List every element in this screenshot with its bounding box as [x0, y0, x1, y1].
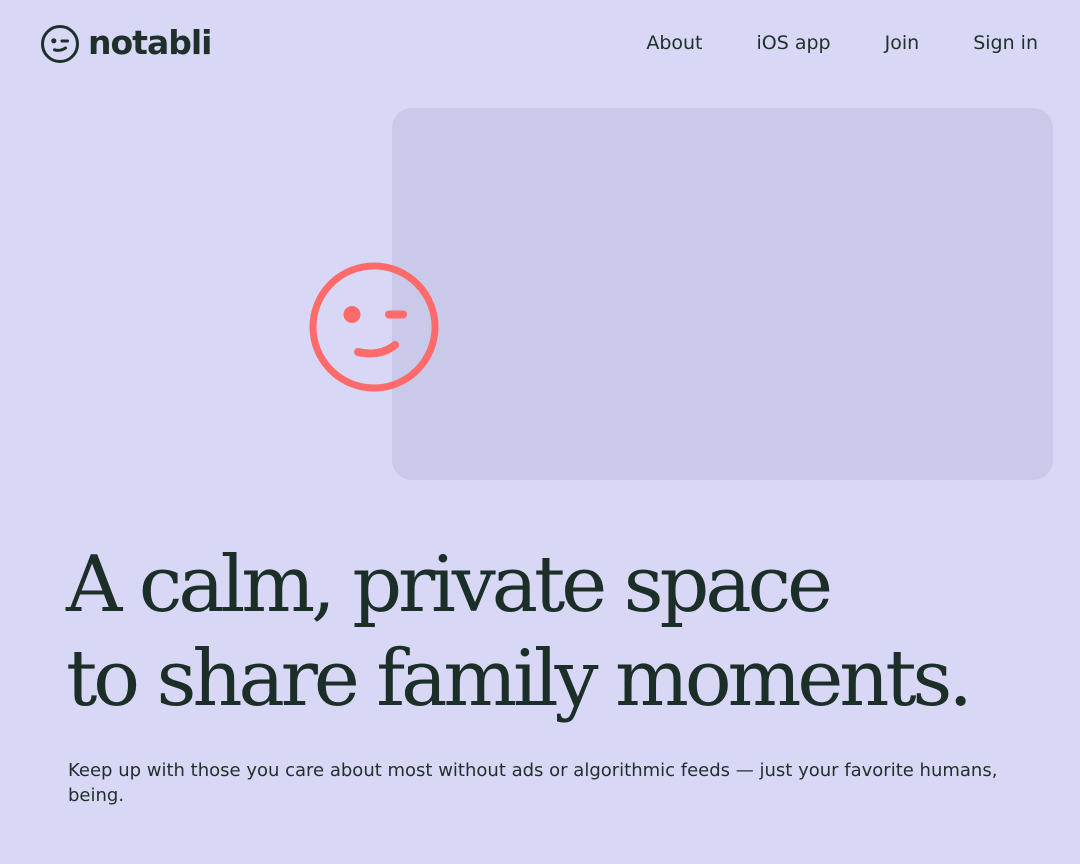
hero-headline: A calm, private space to share family mo… [66, 538, 973, 726]
hero-subtext: Keep up with those you care about most w… [68, 760, 998, 806]
nav-link-sign-in[interactable]: Sign in [973, 30, 1038, 56]
main-nav: About iOS app Join Sign in [646, 30, 1038, 56]
logo-wordmark: notabli [88, 23, 212, 62]
hero-headline-line-1: A calm, private space [66, 540, 833, 630]
hero-media-card [392, 108, 1053, 480]
site-header: notabli About iOS app Join Sign in [0, 0, 1080, 88]
logo-link[interactable]: notabli [40, 23, 212, 65]
hero-headline-line-2: to share family moments. [66, 634, 973, 724]
nav-link-ios-app[interactable]: iOS app [757, 30, 831, 56]
nav-link-join[interactable]: Join [885, 30, 920, 56]
wink-face-icon [309, 262, 439, 392]
wink-face-icon [41, 25, 79, 63]
nav-link-about[interactable]: About [646, 30, 702, 56]
